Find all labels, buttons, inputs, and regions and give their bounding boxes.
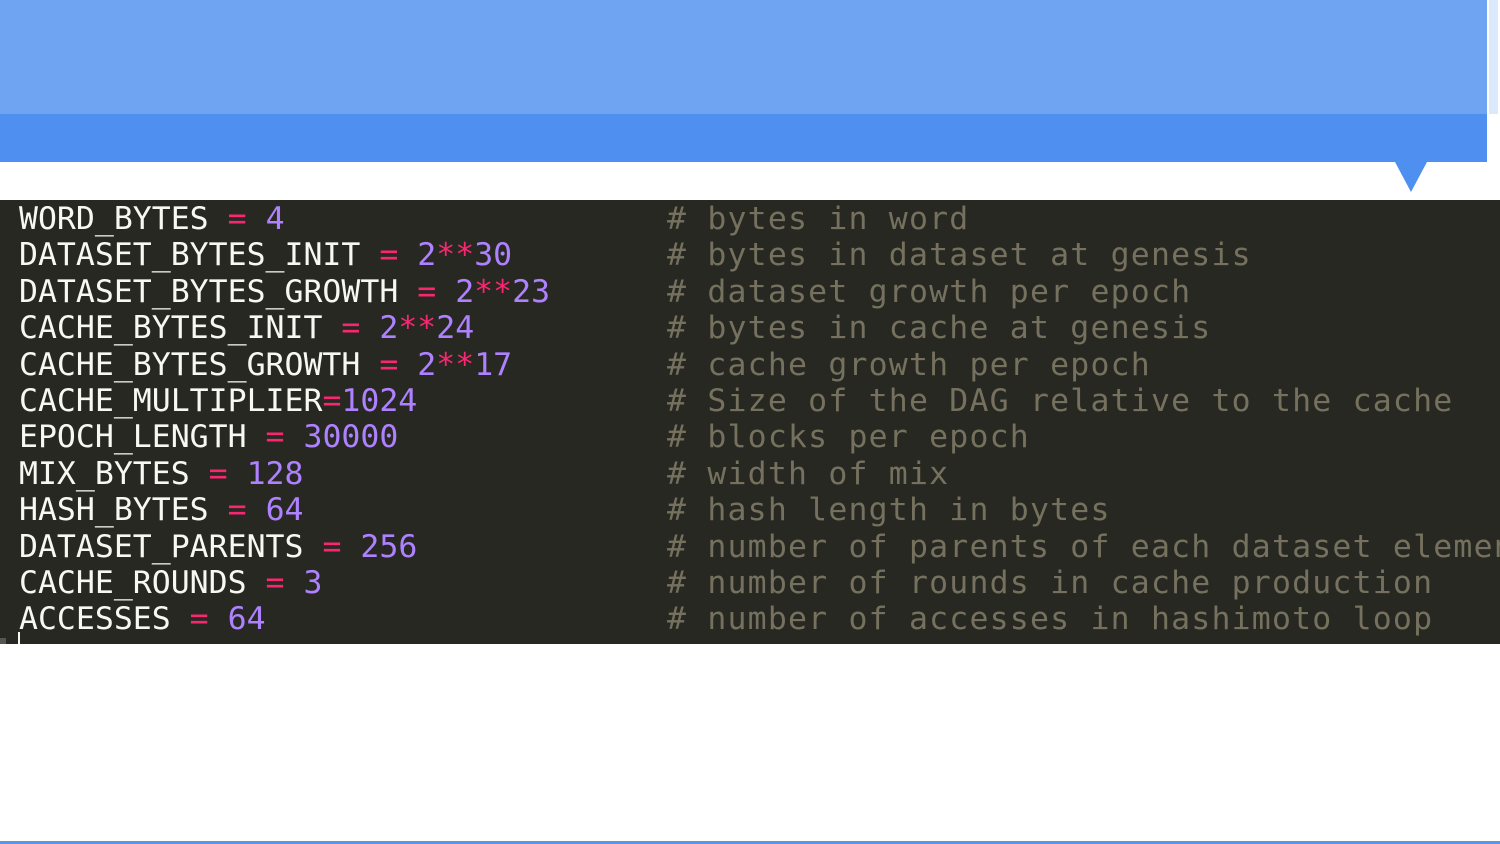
- constant-value: 4: [265, 201, 285, 237]
- constant-name: DATASET_BYTES_GROWTH: [19, 273, 399, 310]
- code-line: CACHE_BYTES_GROWTH = 2**17: [19, 347, 512, 383]
- assignment-operator: =: [189, 455, 247, 492]
- constant-value: 64: [227, 601, 266, 638]
- assignment-operator: =: [360, 346, 418, 383]
- code-line: EPOCH_LENGTH = 30000: [19, 419, 398, 455]
- assignment-operator: =: [322, 383, 342, 419]
- code-comment: # bytes in cache at genesis: [667, 310, 1212, 347]
- assignment-operator: =: [246, 419, 304, 456]
- constant-name: DATASET_BYTES_INIT: [19, 237, 361, 274]
- code-comment: # number of accesses in hashimoto loop: [667, 601, 1434, 638]
- code-line: CACHE_BYTES_INIT = 2**24: [19, 310, 474, 346]
- callout-pointer-icon: [1395, 162, 1427, 192]
- constant-value: 128: [246, 455, 304, 492]
- assignment-operator: =: [398, 273, 456, 310]
- constant-value: 256: [360, 528, 418, 565]
- constant-name: ACCESSES: [19, 601, 171, 638]
- code-comment: # blocks per epoch: [667, 419, 1030, 456]
- constant-name: EPOCH_LENGTH: [19, 419, 247, 456]
- code-comment: # dataset growth per epoch: [667, 273, 1192, 310]
- code-line: ACCESSES = 64: [19, 601, 266, 637]
- assignment-operator: =: [360, 237, 418, 274]
- code-comment: # Size of the DAG relative to the cache: [667, 383, 1454, 419]
- constant-name: CACHE_BYTES_GROWTH: [19, 346, 361, 383]
- constant-name: CACHE_BYTES_INIT: [19, 310, 323, 347]
- header-banner: [0, 0, 1487, 114]
- constant-value: 2**23: [455, 273, 551, 310]
- slide: WORD_BYTES = 4 # bytes in word DATASET_BYT…: [0, 0, 1500, 844]
- constant-value: 2**17: [417, 346, 513, 383]
- code-comment: # bytes in word: [667, 201, 970, 237]
- code-comment: # bytes in dataset at genesis: [667, 237, 1252, 274]
- code-line: WORD_BYTES = 4: [19, 201, 285, 237]
- assignment-operator: =: [208, 201, 266, 237]
- constant-value: 30000: [303, 419, 399, 456]
- constant-value: 1024: [341, 383, 418, 419]
- constant-value: 2**30: [417, 237, 513, 274]
- header-banner-edge-strip: [1489, 0, 1498, 114]
- constant-value: 64: [265, 492, 304, 529]
- constant-value: 2**24: [379, 310, 475, 347]
- header-banner-band: [0, 114, 1487, 162]
- code-comment: # hash length in bytes: [667, 492, 1111, 529]
- code-line: DATASET_PARENTS = 256: [19, 529, 417, 565]
- code-line: MIX_BYTES = 128: [19, 456, 304, 492]
- constant-name: CACHE_ROUNDS: [19, 565, 247, 601]
- assignment-operator: =: [246, 565, 304, 601]
- constant-name: CACHE_MULTIPLIER: [19, 383, 323, 419]
- assignment-operator: =: [303, 528, 361, 565]
- code-line: HASH_BYTES = 64: [19, 492, 304, 528]
- code-line: CACHE_MULTIPLIER=1024: [19, 383, 417, 419]
- assignment-operator: =: [322, 310, 380, 347]
- code-editor: WORD_BYTES = 4 # bytes in word DATASET_BYT…: [0, 200, 1500, 644]
- assignment-operator: =: [170, 601, 228, 638]
- code-line: CACHE_ROUNDS = 3: [19, 565, 322, 601]
- gutter-marker: [0, 638, 6, 644]
- assignment-operator: =: [208, 492, 266, 529]
- code-comment: # cache growth per epoch: [667, 346, 1151, 383]
- code-comment: # number of rounds in cache production: [667, 565, 1434, 601]
- code-comment: # number of parents of each dataset elem…: [667, 528, 1500, 565]
- code-line: DATASET_BYTES_INIT = 2**30: [19, 237, 512, 273]
- constant-name: MIX_BYTES: [19, 455, 190, 492]
- constant-name: WORD_BYTES: [19, 201, 209, 237]
- code-line: DATASET_BYTES_GROWTH = 2**23: [19, 274, 550, 310]
- code-comment: # width of mix: [667, 455, 950, 492]
- constant-value: 3: [303, 565, 323, 601]
- text-cursor: [18, 632, 20, 644]
- constant-name: HASH_BYTES: [19, 492, 209, 529]
- constant-name: DATASET_PARENTS: [19, 528, 304, 565]
